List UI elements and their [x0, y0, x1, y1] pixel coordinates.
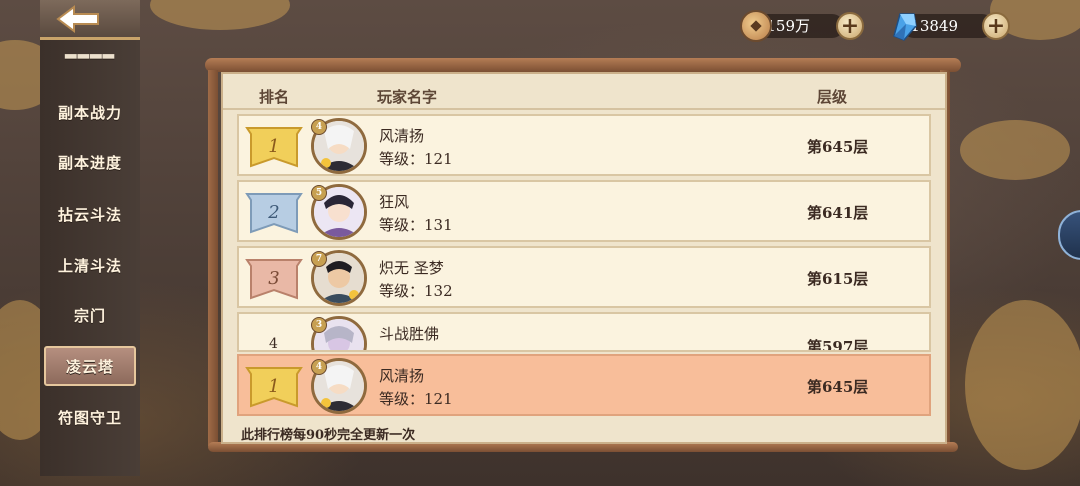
player-name: 风清扬: [379, 367, 425, 385]
add-coins-button[interactable]: +: [836, 12, 864, 40]
player-level: 等级：132: [379, 282, 453, 300]
scroll-rod-top: [205, 58, 961, 72]
player-floor: 第615层: [807, 270, 869, 288]
table-header: 排名 玩家名字 层级: [223, 80, 945, 110]
player-floor: 第645层: [807, 138, 869, 156]
refresh-notice: 此排行榜每90秒完全更新一次: [241, 428, 416, 443]
my-rank-row[interactable]: 1 4 风清扬 等级：121 第645层: [237, 354, 931, 416]
rank-medal-icon: 3: [311, 317, 327, 333]
add-gems-button[interactable]: +: [982, 12, 1010, 40]
sidebar-item-shangqing-duel[interactable]: 上清斗法: [40, 245, 140, 285]
coin-icon: [740, 10, 772, 42]
header-rank: 排名: [259, 88, 290, 106]
player-level: 等级：121: [379, 150, 453, 168]
category-sidebar[interactable]: ▂▂▂▂ 副本战力 副本进度 拈云斗法 上清斗法 宗门 凌云塔 符图守卫: [40, 40, 140, 476]
header-floor: 层级: [817, 88, 848, 106]
silver-rank-badge-icon: 2: [245, 193, 303, 234]
coin-resource: 159万 +: [740, 10, 866, 42]
player-level: 等级：131: [379, 216, 453, 234]
back-button[interactable]: [40, 0, 140, 40]
table-row[interactable]: 4 3 斗战胜佛 第597层: [237, 312, 931, 352]
bronze-rank-badge-icon: 3: [245, 259, 303, 300]
back-arrow-icon: [56, 5, 99, 33]
rank-number: 4: [269, 336, 278, 352]
player-name: 风清扬: [379, 127, 425, 145]
sidebar-item-dungeon-progress[interactable]: 副本进度: [40, 142, 140, 182]
rank-medal-icon: 4: [311, 119, 327, 135]
player-floor: 第641层: [807, 204, 869, 222]
scroll-post-left: [208, 70, 218, 446]
svg-text:2: 2: [267, 202, 279, 223]
player-name: 炽无 圣梦: [379, 259, 444, 277]
player-name: 斗战胜佛: [379, 325, 440, 343]
table-row[interactable]: 2 5 狂风 等级：131 第641层: [237, 180, 931, 242]
sidebar-item-lingyun-tower[interactable]: 凌云塔: [44, 346, 136, 386]
sidebar-item-cloud-duel[interactable]: 拈云斗法: [40, 194, 140, 234]
rank-medal-icon: 7: [311, 251, 327, 267]
rank-medal-icon: 4: [311, 359, 327, 375]
sidebar-item-talisman-guard[interactable]: 符图守卫: [40, 397, 140, 437]
svg-text:3: 3: [268, 268, 279, 289]
rank-medal-icon: 5: [311, 185, 327, 201]
player-floor: 第597层: [807, 338, 869, 352]
sidebar-item-dungeon-power[interactable]: 副本战力: [40, 92, 140, 132]
sidebar-item-hidden[interactable]: ▂▂▂▂: [40, 40, 140, 70]
gold-rank-badge-icon: 1: [245, 127, 303, 168]
gold-rank-badge-icon: 1: [245, 367, 303, 408]
table-row[interactable]: 3 7 炽无 圣梦 等级：132 第615层: [237, 246, 931, 308]
player-name: 狂风: [379, 193, 410, 211]
table-row[interactable]: 1 4 风清扬 等级：121 第645层: [237, 114, 931, 176]
svg-text:1: 1: [268, 376, 279, 397]
player-floor: 第645层: [807, 378, 869, 396]
header-player: 玩家名字: [377, 88, 438, 106]
gem-resource: 13849 +: [888, 10, 1012, 42]
svg-text:1: 1: [268, 136, 279, 157]
leaderboard-panel: 排名 玩家名字 层级 1 4 风清扬 等级：121 第645层 2 5 狂风 等…: [221, 72, 947, 444]
player-level: 等级：121: [379, 390, 453, 408]
crystal-icon: [893, 13, 917, 41]
sidebar-item-sect[interactable]: 宗门: [40, 295, 140, 335]
